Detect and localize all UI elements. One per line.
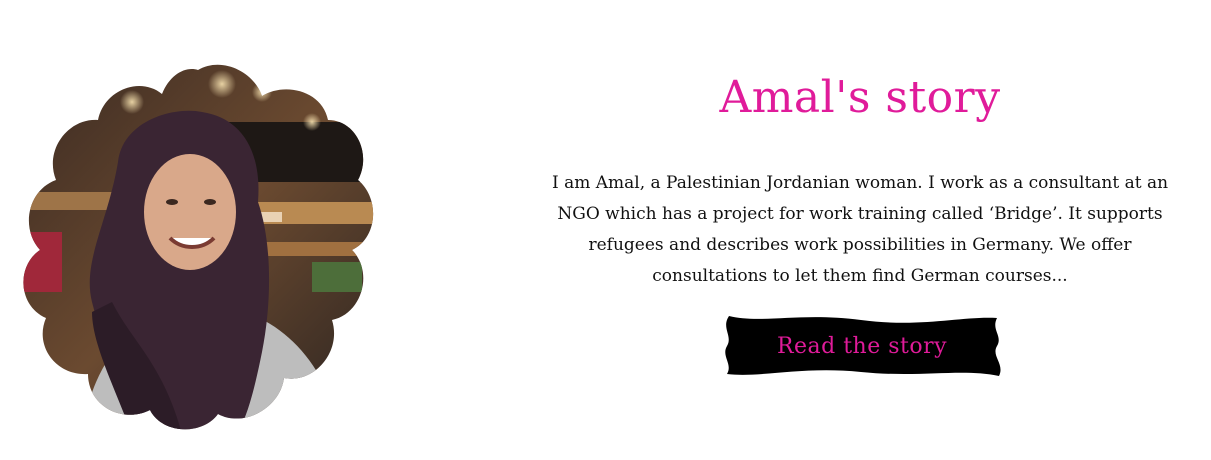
portrait-photo <box>23 64 374 430</box>
story-portrait <box>22 62 374 434</box>
read-story-button[interactable]: Read the story <box>721 314 1003 378</box>
story-section: Amal's story I am Amal, a Palestinian Jo… <box>510 60 1210 292</box>
story-title: Amal's story <box>719 72 1001 123</box>
story-excerpt: I am Amal, a Palestinian Jordanian woman… <box>551 173 1169 286</box>
read-story-label: Read the story <box>776 333 948 359</box>
